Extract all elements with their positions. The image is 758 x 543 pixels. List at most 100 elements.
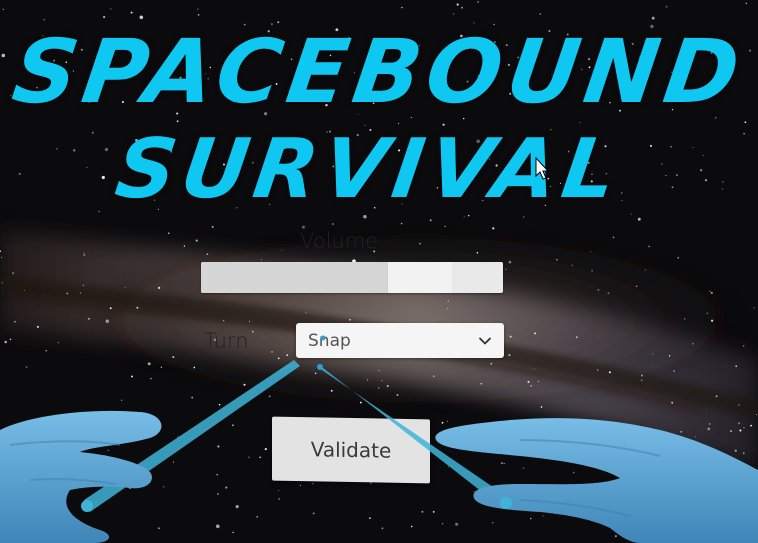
star — [183, 245, 186, 247]
star — [4, 340, 8, 344]
star — [369, 517, 371, 519]
star — [378, 369, 380, 372]
star — [743, 427, 745, 429]
star — [503, 462, 505, 465]
star — [14, 320, 16, 323]
star — [167, 232, 170, 234]
star — [455, 522, 459, 526]
star — [252, 330, 254, 333]
star — [710, 291, 713, 295]
star — [107, 449, 109, 451]
star — [510, 493, 513, 496]
star — [680, 430, 683, 433]
game-title-line-1: SPACEBOUND — [6, 20, 752, 123]
star — [105, 319, 109, 323]
volume-slider[interactable] — [201, 262, 503, 293]
star — [677, 257, 679, 259]
star — [260, 259, 262, 261]
star — [330, 389, 333, 392]
star — [211, 225, 214, 228]
star — [571, 264, 573, 267]
star — [83, 254, 86, 257]
star — [332, 223, 334, 225]
star — [109, 307, 112, 310]
star — [268, 395, 271, 398]
star — [19, 525, 21, 528]
star — [676, 487, 679, 489]
star — [555, 447, 557, 450]
star — [197, 14, 200, 16]
star — [30, 510, 32, 512]
star — [79, 292, 82, 294]
star — [622, 495, 625, 497]
validate-button[interactable]: Validate — [272, 416, 430, 484]
star — [673, 369, 676, 373]
star — [280, 249, 283, 251]
star — [707, 461, 709, 463]
star — [607, 292, 610, 295]
star — [492, 227, 495, 230]
star — [530, 517, 532, 520]
star — [456, 3, 459, 6]
star — [556, 258, 558, 261]
star — [527, 380, 530, 383]
star — [248, 320, 251, 322]
star — [23, 289, 26, 291]
star — [0, 256, 3, 259]
star — [177, 436, 179, 438]
star — [172, 356, 175, 359]
star — [605, 442, 608, 445]
star — [522, 467, 525, 469]
star — [172, 461, 175, 463]
star — [461, 6, 463, 9]
star — [31, 514, 34, 516]
star — [57, 341, 59, 344]
star — [432, 511, 435, 513]
star — [25, 496, 27, 499]
star — [157, 286, 161, 290]
star — [447, 308, 449, 310]
star — [648, 245, 651, 248]
star — [481, 439, 484, 441]
star — [709, 290, 711, 292]
star — [277, 357, 280, 360]
star — [421, 510, 424, 513]
star — [608, 371, 611, 374]
volume-label: Volume — [300, 229, 379, 253]
chevron-down-icon — [479, 337, 491, 344]
star — [628, 480, 631, 483]
star — [370, 482, 372, 484]
volume-slider-handle[interactable] — [387, 262, 452, 293]
star — [215, 524, 220, 529]
star — [734, 449, 737, 452]
star — [216, 493, 219, 495]
star — [235, 505, 239, 509]
star — [54, 466, 57, 469]
turn-dropdown[interactable]: Snap — [296, 323, 504, 358]
star — [256, 516, 258, 518]
star — [530, 385, 532, 387]
star — [627, 520, 629, 522]
star — [707, 427, 711, 431]
star — [66, 292, 69, 295]
star — [665, 5, 668, 8]
star — [169, 443, 171, 445]
star — [447, 466, 449, 468]
star — [732, 479, 734, 481]
star — [480, 382, 483, 385]
star — [223, 320, 225, 322]
star — [635, 285, 638, 288]
star — [441, 421, 444, 424]
star — [104, 455, 106, 457]
turn-label: Turn — [204, 329, 249, 353]
star — [195, 239, 198, 242]
star — [657, 498, 659, 500]
star — [612, 236, 615, 239]
star — [367, 379, 369, 381]
star — [694, 436, 696, 438]
star — [147, 362, 151, 366]
star — [539, 13, 541, 15]
star — [314, 372, 317, 375]
star — [32, 537, 35, 540]
star — [312, 512, 315, 515]
